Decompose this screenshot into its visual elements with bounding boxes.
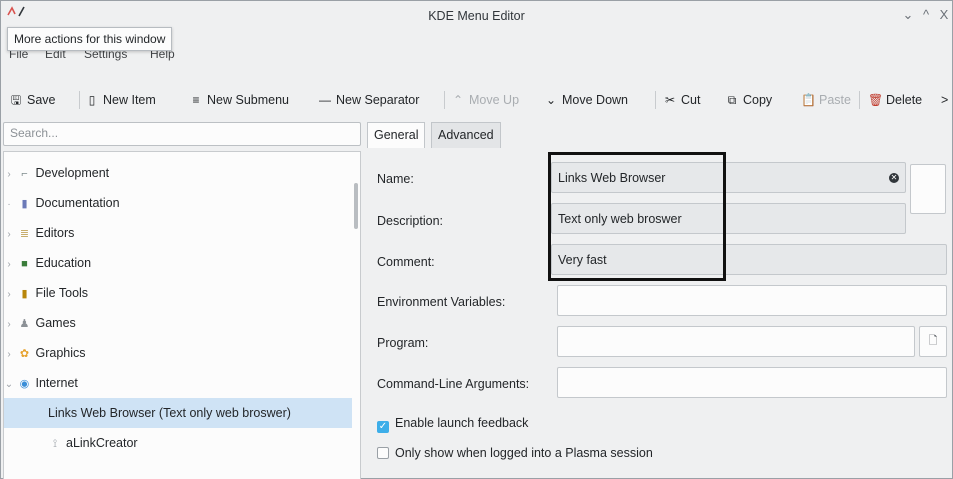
clear-icon[interactable]: ✕ — [889, 173, 899, 183]
name-label: Name: — [377, 172, 414, 186]
more-actions-tooltip: More actions for this window — [7, 27, 173, 51]
tree-item-editors[interactable]: › ≣ Editors — [4, 218, 352, 248]
chevron-down-icon: ⌄ — [545, 93, 557, 107]
maximize-button[interactable]: ^ — [917, 6, 935, 24]
alinkcreator-icon: ⟟ — [52, 438, 58, 450]
delete-button[interactable]: 🗑 Delete — [868, 89, 922, 111]
chevron-right-icon[interactable]: › — [4, 310, 14, 340]
new-separator-icon: — — [319, 93, 331, 107]
move-down-button[interactable]: ⌄ Move Down — [544, 89, 628, 111]
education-icon: ■ — [21, 258, 28, 270]
search-input[interactable] — [10, 126, 354, 140]
chevron-down-icon[interactable]: ⌄ — [4, 370, 14, 400]
tree-item-graphics[interactable]: › ✿ Graphics — [4, 338, 352, 368]
trash-icon: 🗑 — [868, 93, 884, 107]
name-field[interactable] — [551, 162, 906, 193]
toolbar: 🖫 Save ▯ New Item ≡ New Submenu — New Separa… — [1, 81, 952, 119]
games-icon: ♟ — [19, 318, 30, 330]
save-button[interactable]: 🖫 Save — [9, 89, 56, 111]
close-button[interactable]: X — [935, 6, 953, 24]
scissors-icon: ✂ — [664, 93, 676, 107]
tree-item-education[interactable]: › ■ Education — [4, 248, 352, 278]
editors-icon: ≣ — [19, 228, 30, 240]
window-title: KDE Menu Editor — [428, 9, 525, 23]
program-field[interactable] — [557, 326, 915, 357]
environment-variables-field[interactable] — [557, 285, 947, 316]
launch-feedback-checkbox[interactable]: ✓ Enable launch feedback — [377, 416, 528, 433]
cut-button[interactable]: ✂ Cut — [663, 89, 700, 111]
tree-item-games[interactable]: › ♟ Games — [4, 308, 352, 338]
chevron-right-icon[interactable]: › — [4, 160, 14, 190]
file-tools-icon: ▮ — [21, 288, 28, 300]
new-item-button[interactable]: ▯ New Item — [85, 89, 156, 111]
command-line-arguments-field[interactable] — [557, 367, 947, 398]
minimize-button[interactable]: ⌄ — [899, 6, 917, 24]
development-icon: ⌐ — [21, 168, 28, 180]
documentation-icon: ▮ — [21, 198, 28, 210]
description-label: Description: — [377, 214, 443, 228]
chevron-right-icon[interactable]: › — [4, 220, 14, 250]
save-icon: 🖫 — [10, 93, 22, 107]
tree-item-development[interactable]: › ⌐ Development — [4, 158, 352, 188]
new-separator-button[interactable]: — New Separator — [318, 89, 419, 111]
comment-field[interactable] — [551, 244, 947, 275]
tree-item-documentation[interactable]: · ▮ Documentation — [4, 188, 352, 218]
new-submenu-button[interactable]: ≡ New Submenu — [189, 89, 289, 111]
kde-menu-editor-window: KDE Menu Editor ⌄ ^ X More actions for t… — [0, 0, 953, 479]
toolbar-separator — [79, 91, 80, 109]
tree-item-alinkcreator[interactable]: ⟟ aLinkCreator — [4, 428, 352, 458]
tree-scrollbar[interactable] — [354, 183, 358, 229]
checkbox-unchecked-icon[interactable] — [377, 447, 389, 459]
icon-picker-button[interactable] — [910, 164, 946, 214]
search-field[interactable] — [3, 122, 361, 146]
graphics-icon: ✿ — [19, 348, 30, 360]
comment-label: Comment: — [377, 255, 435, 269]
copy-button[interactable]: ⧉ Copy — [725, 89, 772, 111]
program-label: Program: — [377, 336, 429, 350]
tree-item-links-web-browser[interactable]: Links Web Browser (Text only web broswer… — [4, 398, 352, 428]
copy-icon: ⧉ — [727, 93, 737, 107]
document-icon: 🗋 — [928, 335, 938, 347]
tree-item-file-tools[interactable]: › ▮ File Tools — [4, 278, 352, 308]
internet-icon: ◉ — [19, 378, 30, 390]
tree-item-internet[interactable]: ⌄ ◉ Internet — [4, 368, 352, 398]
toolbar-separator — [859, 91, 860, 109]
toolbar-overflow-button[interactable]: > — [941, 89, 948, 111]
chevron-right-icon[interactable]: › — [4, 280, 14, 310]
general-form: Name: ✕ Description: Comment: Environmen… — [367, 148, 952, 479]
toolbar-separator — [444, 91, 445, 109]
plasma-session-checkbox[interactable]: Only show when logged into a Plasma sess… — [377, 446, 653, 460]
checkbox-checked-icon[interactable]: ✓ — [377, 421, 389, 433]
paste-button[interactable]: 📋 Paste — [801, 89, 851, 111]
environment-variables-label: Environment Variables: — [377, 295, 506, 309]
browse-program-button[interactable]: 🗋 — [919, 326, 947, 357]
description-field[interactable] — [551, 203, 906, 234]
new-submenu-icon: ≡ — [192, 93, 200, 107]
tree-line: · — [7, 199, 11, 210]
toolbar-separator — [655, 91, 656, 109]
chevron-up-icon: ⌃ — [452, 93, 464, 107]
chevron-right-icon[interactable]: › — [4, 250, 14, 280]
command-line-arguments-label: Command-Line Arguments: — [377, 377, 530, 391]
menu-tree: › ⌐ Development · ▮ Documentation › ≣ Edito… — [3, 151, 361, 479]
move-up-button[interactable]: ⌃ Move Up — [451, 89, 519, 111]
tab-advanced[interactable]: Advanced — [431, 122, 501, 148]
chevron-right-icon[interactable]: › — [4, 340, 14, 370]
paste-icon: 📋 — [801, 93, 816, 107]
tab-general[interactable]: General — [367, 122, 426, 148]
new-item-icon: ▯ — [88, 93, 96, 107]
